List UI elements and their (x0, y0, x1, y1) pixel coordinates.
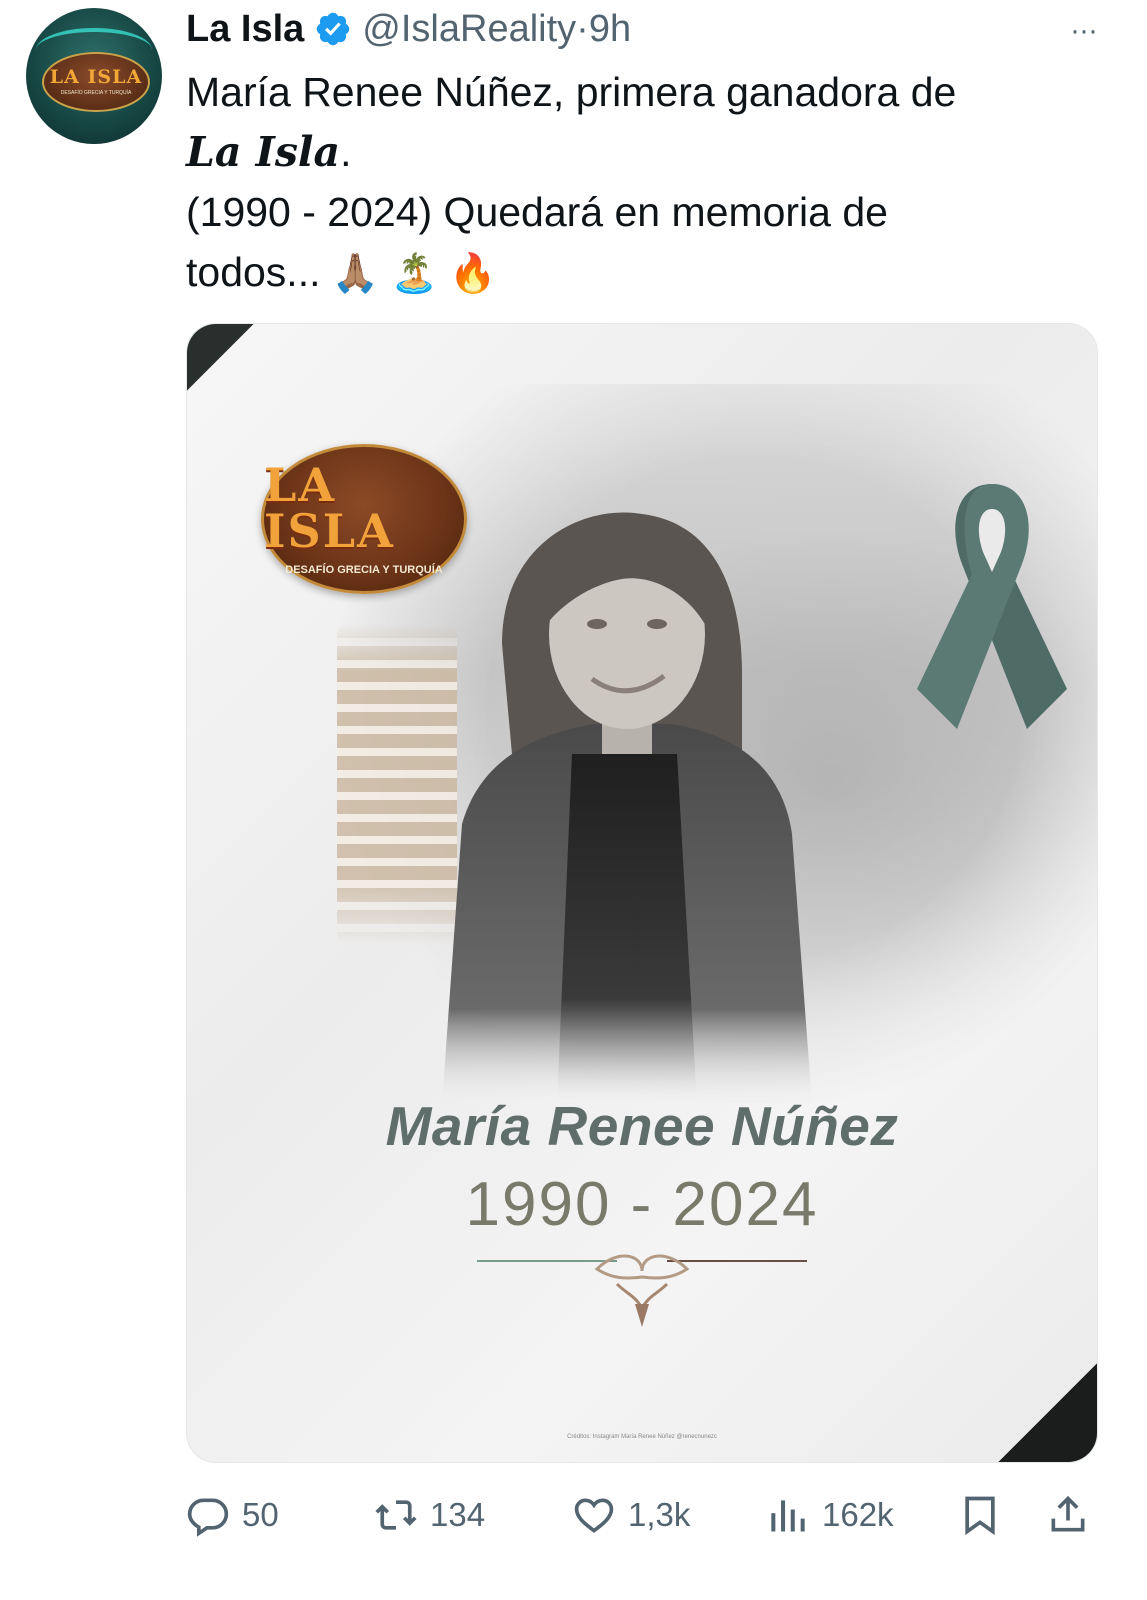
island-emoji: 🏝️ (390, 253, 438, 295)
heart-icon (574, 1498, 614, 1533)
logo-title: LA ISLA (264, 458, 395, 558)
logo-subtitle: DESAFÍO GRECIA Y TURQUÍA (285, 564, 443, 576)
account-handle[interactable]: @IslaReality·9h (362, 8, 631, 51)
repost-icon (375, 1500, 417, 1530)
ornament-flourish-icon (477, 1254, 807, 1327)
tweet-line-4: todos... 🙏🏽 🏝️ 🔥 (186, 242, 1096, 304)
repost-button[interactable]: 134 (374, 1488, 485, 1542)
bookmark-icon (965, 1496, 995, 1536)
tweet-line-1: María Renee Núñez, primera ganadora de (186, 69, 957, 115)
mourning-ribbon-icon (917, 484, 1067, 729)
more-options-icon[interactable]: ··· (1070, 14, 1098, 48)
corner-stripe-top-left (187, 324, 332, 459)
tweet-line-2: La Isla. (186, 122, 1096, 182)
tweet-line-3: (1990 - 2024) Quedará en memoria de (186, 189, 888, 235)
account-name[interactable]: La Isla (186, 8, 304, 51)
memorial-portrait (442, 512, 812, 1104)
image-credits: Créditos: Instagram María Renee Núñez @r… (567, 1434, 717, 1440)
views-button[interactable]: 162k (766, 1488, 894, 1542)
share-icon (1051, 1495, 1085, 1532)
reply-icon (187, 1498, 229, 1537)
avatar-logo-subtitle: DESAFÍO GRECIA Y TURQUÍA (60, 90, 132, 96)
memorial-years: 1990 - 2024 (465, 1170, 819, 1239)
tweet-line-4-text: todos... (186, 249, 321, 295)
tweet-actions: 50 134 1,3k 162k (186, 1488, 1096, 1542)
reply-count: 50 (242, 1496, 279, 1533)
avatar[interactable]: LA ISLA DESAFÍO GRECIA Y TURQUÍA (26, 8, 162, 144)
avatar-logo: LA ISLA DESAFÍO GRECIA Y TURQUÍA (42, 52, 150, 112)
handle-text[interactable]: @IslaReality (362, 8, 576, 50)
la-isla-logo: LA ISLA DESAFÍO GRECIA Y TURQUÍA (261, 444, 467, 594)
show-name-emphasis: La Isla (186, 128, 341, 176)
views-icon (771, 1500, 805, 1532)
fire-emoji: 🔥 (449, 253, 497, 295)
reply-button[interactable]: 50 (186, 1488, 279, 1542)
header-separator: · (576, 7, 589, 50)
avatar-logo-title: LA ISLA (49, 66, 143, 88)
bookmark-button[interactable] (958, 1488, 1002, 1542)
tweet-time[interactable]: 9h (589, 8, 631, 50)
views-count: 162k (822, 1496, 894, 1533)
like-count: 1,3k (628, 1496, 691, 1533)
tweet-text: María Renee Núñez, primera ganadora de L… (186, 62, 1096, 304)
verified-badge-icon (317, 12, 350, 46)
share-button[interactable] (1046, 1488, 1090, 1542)
tweet-media-image[interactable]: LA ISLA DESAFÍO GRECIA Y TURQUÍA María R… (186, 323, 1098, 1463)
repost-count: 134 (430, 1496, 486, 1533)
tweet-line-2-tail: . (340, 129, 352, 175)
like-button[interactable]: 1,3k (572, 1488, 690, 1542)
memorial-name: María Renee Núñez (385, 1095, 899, 1157)
praying-hands-emoji: 🙏🏽 (331, 253, 380, 295)
memorial-photo-wall (337, 624, 457, 944)
tweet-header: La Isla @IslaReality·9h (186, 6, 631, 52)
